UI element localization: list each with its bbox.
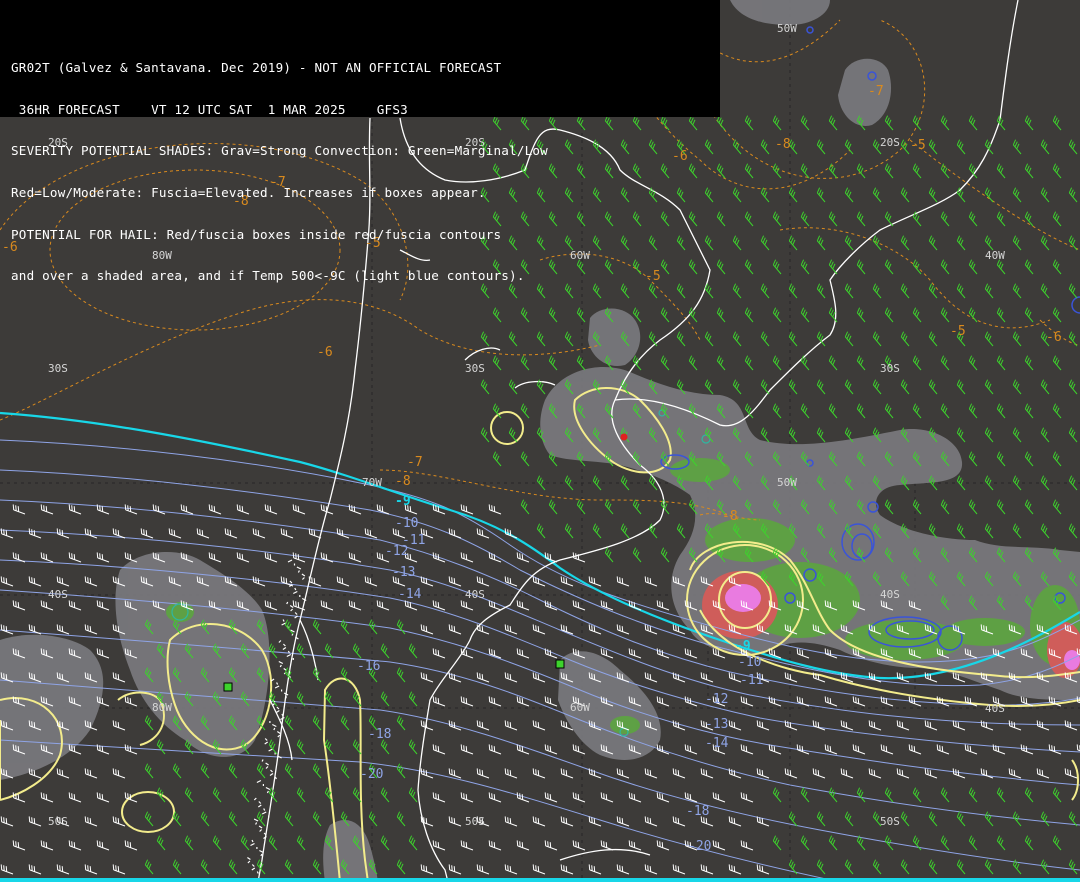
temp-label: -5 — [950, 324, 966, 339]
lat-label: 40S — [985, 702, 1005, 715]
temp-label: -13 — [705, 717, 728, 732]
header-line: GR02T (Galvez & Santavana. Dec 2019) - N… — [11, 59, 502, 75]
lat-label: 40S — [465, 588, 485, 601]
lat-label: 30S — [880, 362, 900, 375]
temp-label: -20 — [360, 767, 383, 782]
lon-label: 80W — [152, 701, 172, 714]
temp-label: -10 — [738, 655, 761, 670]
lat-label: 40S — [48, 588, 68, 601]
lat-label: 40S — [880, 588, 900, 601]
forecast-header: GR02T (Galvez & Santavana. Dec 2019) - N… — [0, 0, 720, 283]
lon-label: 50W — [777, 22, 797, 35]
lat-label: 50S — [880, 815, 900, 828]
bottom-border — [0, 878, 1080, 882]
temp-label: -14 — [398, 587, 422, 602]
temp-label: -7 — [407, 455, 423, 470]
temp-label: -11 — [740, 673, 763, 688]
temp-label: -9 — [395, 494, 411, 509]
header-line: 36HR FORECAST VT 12 UTC SAT 1 MAR 2025 G… — [11, 101, 408, 117]
temp-label: -8 — [395, 474, 411, 489]
station-box-green-b — [223, 682, 233, 692]
station-box-green-a — [555, 659, 565, 669]
lon-label: 60W — [570, 701, 590, 714]
header-line: and over a shaded area, and if Temp 500<… — [11, 268, 525, 284]
temp-label: -5 — [910, 138, 926, 153]
temp-label: -13 — [392, 565, 415, 580]
temp-label: -18 — [686, 804, 709, 819]
header-line: SEVERITY POTENTIAL SHADES: Grav=Strong C… — [11, 143, 548, 159]
temp-label: -8 — [775, 137, 791, 152]
header-line: POTENTIAL FOR HAIL: Red/fuscia boxes ins… — [11, 226, 502, 242]
header-line: Red=Low/Moderate: Fuscia=Elevated. Incre… — [11, 184, 486, 200]
temp-label: -9 — [735, 639, 751, 654]
lon-label: 70W — [362, 476, 382, 489]
city-marker-red — [620, 433, 628, 441]
temp-label: -18 — [368, 727, 391, 742]
lon-label: 40W — [985, 249, 1005, 262]
lat-label: 30S — [465, 362, 485, 375]
temp-label: -6 — [1046, 330, 1062, 345]
temp-label: -6 — [317, 345, 333, 360]
temp-label: -20 — [688, 839, 711, 854]
temp-label: -14 — [705, 736, 729, 751]
lat-label: 50S — [48, 815, 68, 828]
temp-label: -8 — [722, 509, 738, 524]
lat-label: 50S — [465, 815, 485, 828]
lat-label: 20S — [880, 136, 900, 149]
temp-label: -12 — [705, 692, 728, 707]
temp-label: -10 — [395, 516, 418, 531]
lat-label: 30S — [48, 362, 68, 375]
temp-label: -12 — [385, 544, 408, 559]
lon-label: 50W — [777, 476, 797, 489]
temp-label: -7 — [868, 84, 884, 99]
temp-label: -16 — [357, 659, 380, 674]
